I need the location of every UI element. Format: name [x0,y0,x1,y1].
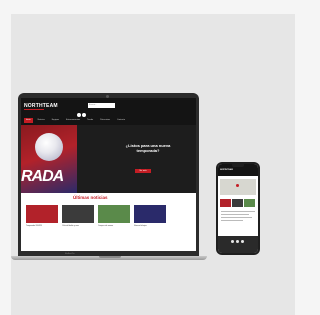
news-caption: Nuevos fichajes [134,225,147,227]
facebook-icon[interactable] [77,113,81,117]
main-nav: Inicio Noticias Equipos Entrenamientos T… [21,118,196,123]
phone-site-logo[interactable]: NORTHTEAM [220,169,233,171]
phone-thumbnail[interactable] [232,199,243,207]
nav-item-inicio[interactable]: Inicio [24,118,33,123]
twitter-icon[interactable] [241,240,244,243]
phone-footer-icons [231,240,244,243]
laptop-hinge-notch [99,256,121,258]
news-caption: Temporada 2024/25 [26,225,42,227]
map-pin-icon [236,184,239,187]
nav-item-noticias[interactable]: Noticias [36,118,47,123]
hero-image: RADA [21,125,77,193]
news-section-title: Últimas noticias [73,195,108,200]
instagram-icon[interactable] [236,240,239,243]
news-caption: Club del balón y mas [62,225,79,227]
news-thumbnail [26,205,58,223]
laptop-screen: NORTHTEAM Buscar... Inicio Noticias Equi… [21,98,196,251]
nav-item-entrenamientos[interactable]: Entrenamientos [64,118,82,123]
news-card[interactable]: Nuevos fichajes [134,205,166,227]
news-list: Temporada 2024/25 Club del balón y mas C… [26,205,196,245]
facebook-icon[interactable] [231,240,234,243]
hero-image-text: RADA [21,168,64,185]
smartphone: NORTHTEAM [216,162,260,255]
nav-item-patrocinios[interactable]: Patrocinios [98,118,112,123]
phone-text-block [221,211,255,223]
nav-item-equipos[interactable]: Equipos [50,118,61,123]
football-image [35,133,63,161]
search-input[interactable]: Buscar... [88,103,115,108]
nav-item-contacto[interactable]: Contacto [115,118,127,123]
news-card[interactable]: Temporada 2024/25 [26,205,58,227]
news-card[interactable]: Campus de verano [98,205,130,227]
phone-thumbnails [220,199,256,207]
phone-notch [232,164,244,167]
site-header: NORTHTEAM Buscar... Inicio Noticias Equi… [21,98,196,125]
phone-thumbnail[interactable] [244,199,255,207]
phone-footer [218,236,258,253]
news-thumbnail [62,205,94,223]
hero-cta-button[interactable]: Ver más [135,169,151,173]
phone-screen: NORTHTEAM [218,164,258,253]
laptop: NORTHTEAM Buscar... Inicio Noticias Equi… [18,93,199,256]
nav-item-tienda[interactable]: Tienda [85,118,95,123]
mockup-background: NORTHTEAM Buscar... Inicio Noticias Equi… [11,14,295,315]
news-thumbnail [98,205,130,223]
hero-heading: ¿Listos para una nueva temporada? [125,143,171,153]
news-caption: Campus de verano [98,225,114,227]
laptop-brand-label: MacBook Pro [65,254,75,255]
hero-banner: RADA ¿Listos para una nueva temporada? V… [21,125,196,193]
phone-thumbnail[interactable] [220,199,231,207]
phone-map[interactable] [220,179,256,195]
logo-underline [24,109,44,110]
news-card[interactable]: Club del balón y mas [62,205,94,227]
news-thumbnail [134,205,166,223]
instagram-icon[interactable] [82,113,86,117]
